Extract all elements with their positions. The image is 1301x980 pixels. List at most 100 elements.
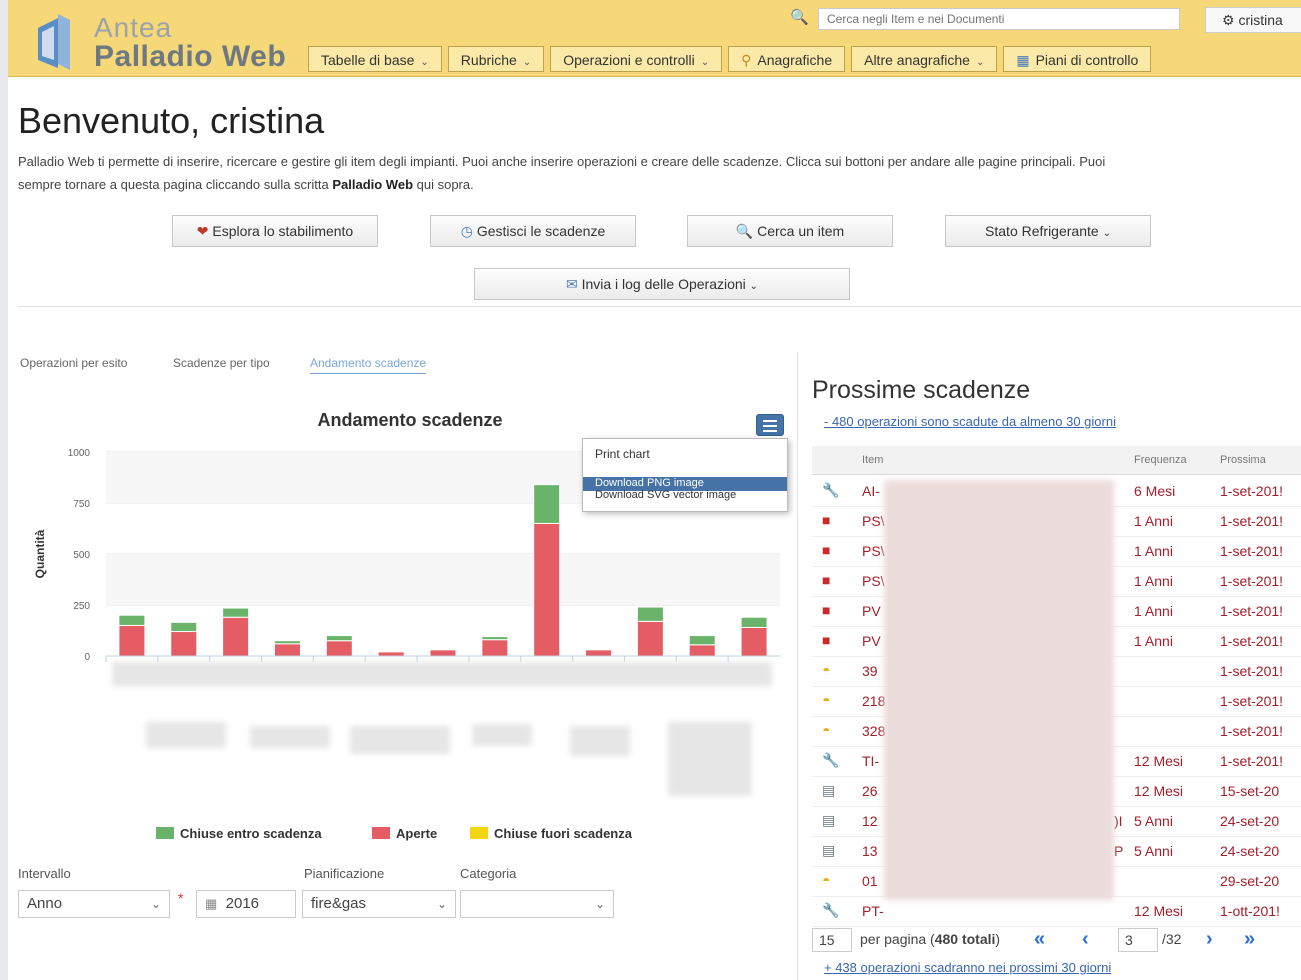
last-page-icon[interactable]: » <box>1244 928 1255 951</box>
row-item[interactable]: PT- <box>862 903 884 919</box>
page-input[interactable]: 3 <box>1118 928 1158 952</box>
row-next-date: 24-set-20 <box>1220 813 1280 829</box>
col-prossima[interactable]: Prossima <box>1220 454 1266 466</box>
per-page-input[interactable]: 15 <box>812 928 852 952</box>
table-row[interactable]: 🔧 PT- 12 Mesi 1-ott-201! <box>812 896 1301 927</box>
interval-select[interactable]: Anno ⌄ <box>18 890 170 918</box>
logo-line2[interactable]: Palladio Web <box>94 40 286 74</box>
row-item[interactable]: PS\ <box>862 573 885 589</box>
manage-label: Gestisci le scadenze <box>476 223 606 239</box>
row-item[interactable]: 26 <box>862 783 878 799</box>
nav-operazioni-e-controlli[interactable]: Operazioni e controlli ⌄ <box>550 46 723 72</box>
chevron-down-icon: ⌄ <box>749 281 759 292</box>
tab-operazioni-per-esito[interactable]: Operazioni per esito <box>20 356 127 370</box>
bar-chiuse-entro <box>325 635 353 642</box>
row-item[interactable]: 218 <box>862 693 885 709</box>
print-chart-item[interactable]: Print chart <box>595 447 650 461</box>
page-title: Benvenuto, cristina <box>18 100 325 141</box>
row-item[interactable]: 39 <box>862 663 878 679</box>
download-png-item[interactable]: Download PNG image <box>595 477 704 489</box>
helmet-icon: ◓ <box>822 872 831 888</box>
nav-tabelle-di-base[interactable]: Tabelle di base ⌄ <box>308 46 442 72</box>
redacted-label <box>668 722 752 796</box>
wrench-icon: 🔧 <box>822 752 840 768</box>
top-header: Antea Palladio Web 🔍 ⚙ cristina Tabelle … <box>8 0 1301 77</box>
plan-select[interactable]: fire&gas ⌄ <box>302 890 456 918</box>
search-input[interactable] <box>818 8 1180 30</box>
extinguisher-icon: ■ <box>822 602 831 618</box>
row-item[interactable]: 328 <box>862 723 885 739</box>
user-menu-button[interactable]: ⚙ cristina <box>1205 7 1301 33</box>
row-item[interactable]: TI- <box>862 753 879 769</box>
nav-anagrafiche[interactable]: ⚲ Anagrafiche <box>728 46 846 72</box>
bar-chiuse-entro <box>636 606 664 622</box>
refrigerant-status-button[interactable]: Stato Refrigerante ⌄ <box>945 215 1151 247</box>
prev-page-icon[interactable]: ‹ <box>1082 928 1089 951</box>
col-frequenza[interactable]: Frequenza <box>1134 454 1187 466</box>
legend-label: Aperte <box>396 826 438 841</box>
welcome-line2: sempre tornare a questa pagina cliccando… <box>18 173 1301 196</box>
row-item[interactable]: AI- <box>862 483 880 499</box>
next-page-icon[interactable]: › <box>1206 928 1213 951</box>
row-frequency: 12 Mesi <box>1134 903 1184 919</box>
row-item[interactable]: PV <box>862 603 881 619</box>
col-item[interactable]: Item <box>862 454 883 466</box>
extinguisher-icon: ■ <box>822 512 831 528</box>
row-frequency: 12 Mesi <box>1134 753 1184 769</box>
main-nav: Tabelle di base ⌄ Rubriche ⌄ Operazioni e … <box>308 46 1157 74</box>
legend-aperte[interactable]: Aperte <box>372 826 437 841</box>
download-svg-item[interactable]: Download SVG vector image <box>595 489 736 501</box>
row-item[interactable]: 12 <box>862 813 878 829</box>
row-item[interactable]: 13 <box>862 843 878 859</box>
row-next-date: 1-set-201! <box>1220 543 1284 559</box>
plan-value: fire&gas <box>311 895 367 912</box>
nav-label: Tabelle di base <box>321 52 415 68</box>
row-frequency: 5 Anni <box>1134 843 1173 859</box>
send-logs-button[interactable]: ✉ Invia i log delle Operazioni ⌄ <box>474 268 850 300</box>
row-next-date: 24-set-20 <box>1220 843 1280 859</box>
chevron-down-icon: ⌄ <box>975 57 985 68</box>
nav-piani-di-controllo[interactable]: ▦ Piani di controllo <box>1003 46 1152 72</box>
search-item-button[interactable]: 🔍 Cerca un item <box>687 215 893 247</box>
row-next-date: 1-ott-201! <box>1220 903 1280 919</box>
row-frequency: 1 Anni <box>1134 573 1173 589</box>
welcome-line2-bold: Palladio Web <box>332 177 414 192</box>
chevron-down-icon: ⌄ <box>150 897 161 911</box>
helmet-icon: ◓ <box>822 722 831 738</box>
nav-rubriche[interactable]: Rubriche ⌄ <box>447 46 545 72</box>
bar-chiuse-entro <box>273 640 301 645</box>
row-item[interactable]: PS\ <box>862 543 885 559</box>
explore-button[interactable]: ❤ Esplora lo stabilimento <box>172 215 378 247</box>
nav-altre-anagrafiche[interactable]: Altre anagrafiche ⌄ <box>851 46 998 72</box>
legend-chiuse-entro[interactable]: Chiuse entro scadenza <box>156 826 322 841</box>
legend-chiuse-fuori[interactable]: Chiuse fuori scadenza <box>470 826 632 841</box>
explore-label: Esplora lo stabilimento <box>212 223 354 239</box>
overdue-link[interactable]: - 480 operazioni sono scadute da almeno … <box>824 414 1116 429</box>
upcoming-link[interactable]: + 438 operazioni scadranno nei prossimi … <box>824 960 1111 975</box>
year-value: 2016 <box>225 895 260 912</box>
refrigerant-label: Stato Refrigerante <box>985 223 1099 239</box>
send-logs-label: Invia i log delle Operazioni <box>581 276 746 292</box>
row-next-date: 1-set-201! <box>1220 603 1284 619</box>
chart-title: Andamento scadenze <box>317 410 503 430</box>
row-item[interactable]: 01 <box>862 873 878 889</box>
logo-icon <box>38 14 70 70</box>
row-frequency: 1 Anni <box>1134 543 1173 559</box>
helmet-icon: ◓ <box>822 692 831 708</box>
manage-deadlines-button[interactable]: ◷ Gestisci le scadenze <box>430 215 636 247</box>
bar-aperte <box>688 644 716 657</box>
redacted-label <box>472 724 532 746</box>
year-field[interactable]: ▦ 2016 <box>196 890 296 918</box>
row-item[interactable]: PV <box>862 633 881 649</box>
category-select[interactable]: ⌄ <box>460 890 614 918</box>
row-next-date: 29-set-20 <box>1220 873 1280 889</box>
row-frequency: 5 Anni <box>1134 813 1173 829</box>
row-item[interactable]: PS\ <box>862 513 885 529</box>
tab-scadenze-per-tipo[interactable]: Scadenze per tipo <box>173 356 270 370</box>
redacted-label <box>250 726 330 748</box>
search-icon[interactable]: 🔍 <box>790 8 809 26</box>
per-page-text: per pagina (480 totali) <box>860 931 1000 947</box>
first-page-icon[interactable]: « <box>1034 928 1045 951</box>
chart-menu-button[interactable] <box>756 414 784 436</box>
tab-andamento-scadenze[interactable]: Andamento scadenze <box>310 356 427 374</box>
